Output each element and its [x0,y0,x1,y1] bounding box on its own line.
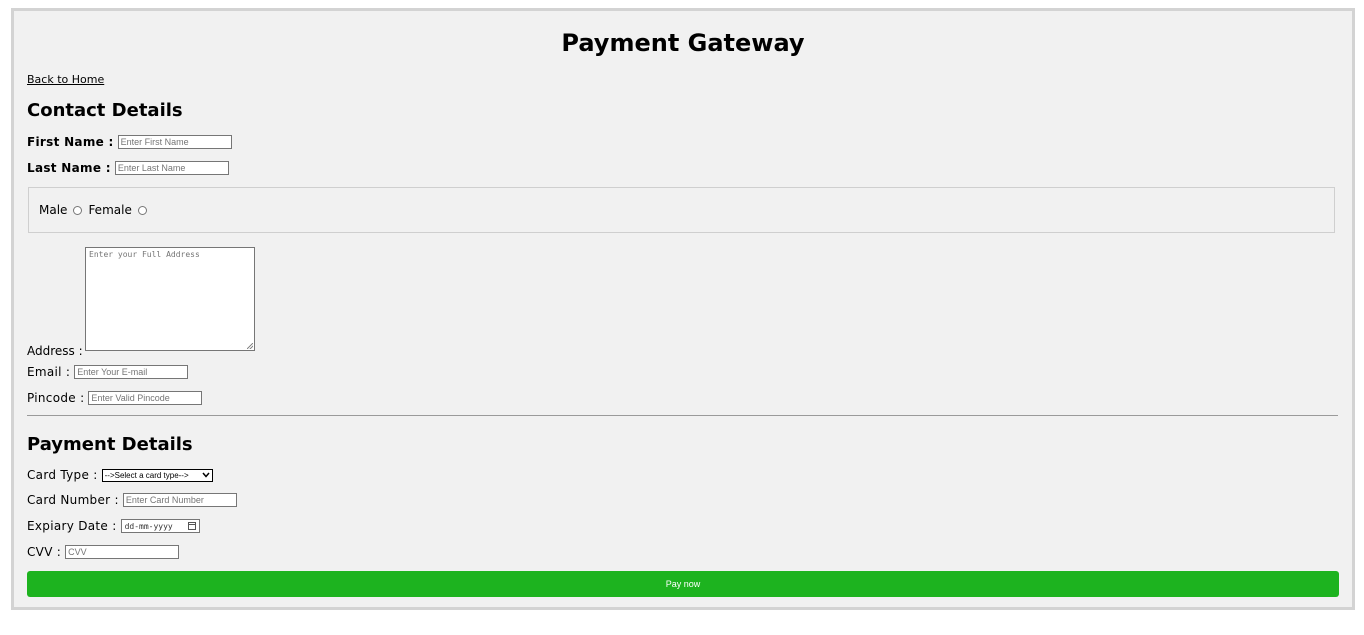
payment-details-heading: Payment Details [27,434,193,455]
pincode-label: Pincode : [27,391,85,405]
gender-female-option[interactable]: Female [88,203,147,217]
last-name-row: Last Name : [27,161,229,175]
cvv-row: CVV : [27,545,180,559]
cvv-label: CVV : [27,545,62,559]
pincode-input[interactable] [88,391,203,405]
first-name-row: First Name : [27,135,232,149]
gender-male-option[interactable]: Male [39,203,83,217]
last-name-label: Last Name : [27,161,111,175]
male-label: Male [39,203,68,217]
email-label: Email : [27,365,71,379]
pincode-row: Pincode : [27,391,203,405]
expiry-row: Expiary Date : dd-mm-yyyy [27,519,200,533]
card-number-input[interactable] [122,493,237,507]
female-radio-icon[interactable] [137,205,147,215]
address-textarea[interactable]: Enter your Full Address [85,247,255,351]
pay-now-button[interactable]: Pay now [27,571,1339,597]
page-title: Payment Gateway [561,29,805,57]
card-type-select[interactable]: -->Select a card type--> [101,468,213,482]
card-number-row: Card Number : [27,493,237,507]
address-label: Address : [27,344,83,358]
section-divider [27,415,1338,416]
expiry-placeholder: dd-mm-yyyy [124,521,173,531]
expiry-label: Expiary Date : [27,519,117,533]
resize-grip-icon[interactable] [247,343,253,349]
male-radio-icon[interactable] [73,205,83,215]
first-name-input[interactable] [117,135,232,149]
card-type-row: Card Type : -->Select a card type--> [27,468,213,482]
card-number-label: Card Number : [27,493,119,507]
card-type-label: Card Type : [27,468,98,482]
calendar-icon[interactable] [187,522,196,530]
email-row: Email : [27,365,189,379]
last-name-input[interactable] [114,161,229,175]
chevron-down-icon [202,472,210,478]
back-to-home-link[interactable]: Back to Home [27,73,104,86]
cvv-input[interactable] [65,545,180,559]
expiry-date-input[interactable]: dd-mm-yyyy [120,519,200,533]
first-name-label: First Name : [27,135,114,149]
card-type-selected: -->Select a card type--> [104,470,189,480]
gender-fieldset: Male Female [28,187,1335,233]
contact-details-heading: Contact Details [27,100,183,121]
payment-form-card: Payment Gateway Back to Home Contact Det… [11,8,1355,610]
address-placeholder: Enter your Full Address [89,250,200,259]
email-input[interactable] [74,365,189,379]
female-label: Female [88,203,132,217]
